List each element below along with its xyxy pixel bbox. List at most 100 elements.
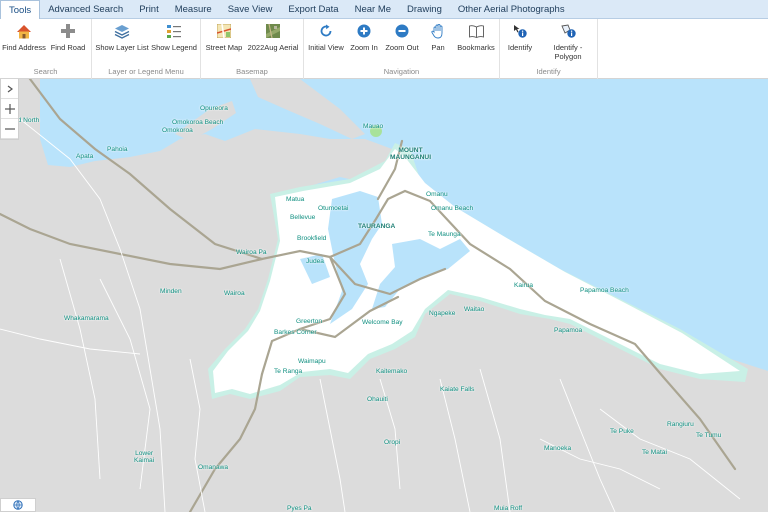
group-layers: Show Layer List Show Legend Layer or Leg… [92,19,201,79]
place-label: Ohauiti [367,396,388,403]
house-icon [15,22,33,40]
place-label: Wairoa Pa [236,249,267,256]
chevron-right-icon [7,85,13,92]
map-zoom-in-button[interactable] [1,99,18,119]
bookmarks-button[interactable]: Bookmarks [456,22,496,64]
show-legend-button[interactable]: Show Legend [151,22,197,64]
tab-drawing[interactable]: Drawing [399,0,450,18]
minus-icon [4,127,15,130]
basemap-canvas [0,79,768,512]
street-map-button[interactable]: Street Map [205,22,243,64]
place-label: Wairoa [224,290,245,297]
plus-icon [4,103,15,114]
group-search: Find Address Find Road Search [0,19,92,79]
show-legend-label: Show Legend [151,43,197,52]
tab-save-view[interactable]: Save View [220,0,281,18]
tab-measure[interactable]: Measure [167,0,220,18]
tab-tools[interactable]: Tools [0,0,41,19]
street-map-icon [215,22,233,40]
place-label: Opureora [200,105,228,112]
street-map-label: Street Map [205,43,243,52]
place-label: Whakamarama [64,315,109,322]
identify-info-icon [511,22,529,40]
tab-print[interactable]: Print [131,0,167,18]
tab-advanced-search[interactable]: Advanced Search [40,0,131,18]
place-label: Kairua [514,282,534,289]
group-label-identify: Identify [536,67,561,76]
place-label: Te Tumu [696,432,722,439]
zoom-in-icon [355,22,373,40]
place-label: Te Maunga [428,231,461,238]
toolbar-ribbon: Find Address Find Road Search Show Layer… [0,19,768,79]
book-icon [467,22,485,40]
place-label-line: Kaimai [134,457,155,464]
place-label: Te Matai [642,449,667,456]
bookmarks-label: Bookmarks [457,43,495,52]
place-label: Omanu Beach [431,205,474,212]
identify-button[interactable]: Identify [504,22,536,64]
identify-label: Identify [507,43,533,52]
find-address-label: Find Address [2,43,46,52]
place-label: Waitao [464,306,485,313]
group-label-layers: Layer or Legend Menu [108,67,184,76]
initial-view-label: Initial View [308,43,344,52]
place-label: Manoeka [544,445,572,452]
place-label: Brookfield [297,235,327,242]
place-label-line: MAUNGANUI [390,154,432,161]
place-label: Rangiuru [667,421,694,428]
expand-panel-button[interactable] [1,79,18,99]
place-label-line: MOUNT [398,147,423,154]
pan-button[interactable]: Pan [426,22,450,64]
find-road-button[interactable]: Find Road [50,22,86,64]
find-address-button[interactable]: Find Address [2,22,46,64]
group-navigation: Initial View Zoom In Zoom Out Pan Bookma… [304,19,500,79]
legend-icon [165,22,183,40]
place-label: Papamoa [554,327,583,334]
plus-road-icon [59,22,77,40]
place-label: Omokoroa Beach [172,119,224,126]
group-label-search: Search [33,67,58,76]
zoom-out-button[interactable]: Zoom Out [384,22,420,64]
place-label: Papamoa Beach [580,287,629,294]
group-identify: Identify Identify - Polygon Identify [500,19,598,79]
place-label: Apata [76,153,94,160]
zoom-in-button[interactable]: Zoom In [348,22,380,64]
tab-near-me[interactable]: Near Me [347,0,399,18]
aerial-basemap-label: 2022Aug Aerial [247,43,299,52]
layers-icon [113,22,131,40]
group-label-basemap: Basemap [236,67,268,76]
place-label: Otumoetai [318,205,349,212]
place-label: Greerton [296,318,323,325]
place-label: MOUNT MAUNGANUI [390,147,431,161]
identify-polygon-line-2: Polygon [554,52,582,61]
find-road-label: Find Road [50,43,86,52]
place-label: Ngapeke [429,310,456,317]
identify-polygon-line-1: Identify - [553,43,583,52]
place-label: Judea [306,258,324,265]
place-label: Te Puke [610,428,634,435]
tab-other-aerial-photographs[interactable]: Other Aerial Photographs [450,0,573,18]
map-view[interactable]: Opureora Omokoroa Beach Omokoroa nd Nort… [0,79,768,512]
map-zoom-controls [0,79,19,140]
place-label: Bellevue [290,214,316,221]
tab-export-data[interactable]: Export Data [280,0,346,18]
identify-polygon-label: Identify - Polygon [554,43,583,61]
refresh-icon [317,22,335,40]
place-label: Minden [160,288,182,295]
overview-map-button[interactable] [0,498,36,512]
place-label: Pahoia [107,146,128,153]
hand-icon [429,22,447,40]
initial-view-button[interactable]: Initial View [308,22,344,64]
group-basemap: Street Map 2022Aug Aerial Basemap [201,19,304,79]
zoom-out-label: Zoom Out [385,43,419,52]
place-label: Waimapu [298,358,326,365]
identify-polygon-button[interactable]: Identify - Polygon [544,22,592,64]
pan-label: Pan [431,43,445,52]
place-label: Te Ranga [274,368,303,375]
place-label: Welcome Bay [362,319,403,326]
aerial-basemap-button[interactable]: 2022Aug Aerial [247,22,299,64]
identify-polygon-icon [559,22,577,40]
show-layer-list-button[interactable]: Show Layer List [95,22,149,64]
group-label-navigation: Navigation [383,67,420,76]
map-zoom-out-button[interactable] [1,119,18,139]
